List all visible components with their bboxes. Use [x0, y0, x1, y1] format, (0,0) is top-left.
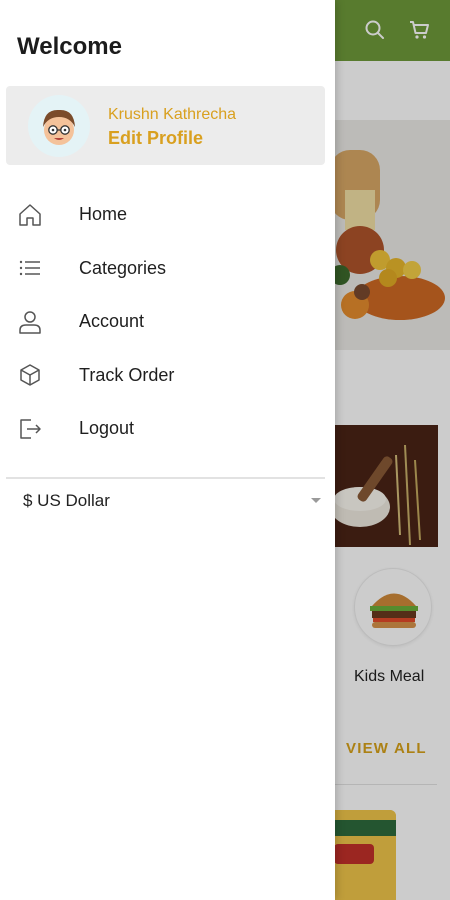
menu-item-home[interactable]: Home	[0, 188, 335, 242]
home-icon	[17, 202, 43, 228]
menu-item-categories[interactable]: Categories	[0, 242, 335, 296]
menu-label-account: Account	[79, 311, 145, 332]
menu-item-account[interactable]: Account	[0, 295, 335, 349]
drawer-title: Welcome	[17, 33, 122, 60]
user-icon	[17, 309, 43, 335]
drawer-divider	[6, 477, 325, 479]
chevron-down-icon	[311, 498, 321, 503]
profile-card[interactable]: Krushn Kathrecha Edit Profile	[6, 86, 325, 165]
logout-icon	[17, 416, 43, 442]
menu-label-home: Home	[79, 204, 128, 225]
navigation-drawer: Welcome Krushn Kathrecha Edit Profile Ho…	[0, 0, 335, 900]
menu-label-categories: Categories	[79, 257, 167, 278]
list-icon	[17, 255, 43, 281]
profile-name: Krushn Kathrecha	[108, 106, 237, 123]
avatar	[28, 95, 90, 157]
menu-item-logout[interactable]: Logout	[0, 402, 335, 456]
edit-profile-link[interactable]: Edit Profile	[108, 128, 203, 149]
menu-label-track-order: Track Order	[79, 364, 175, 385]
box-icon	[17, 362, 43, 388]
menu-item-track-order[interactable]: Track Order	[0, 349, 335, 403]
currency-select[interactable]: $ US Dollar	[6, 485, 325, 519]
menu-label-logout: Logout	[79, 418, 135, 439]
drawer-menu: Home Categories Account Track Order Logo…	[0, 188, 335, 456]
currency-selected-value: $ US Dollar	[23, 491, 110, 510]
